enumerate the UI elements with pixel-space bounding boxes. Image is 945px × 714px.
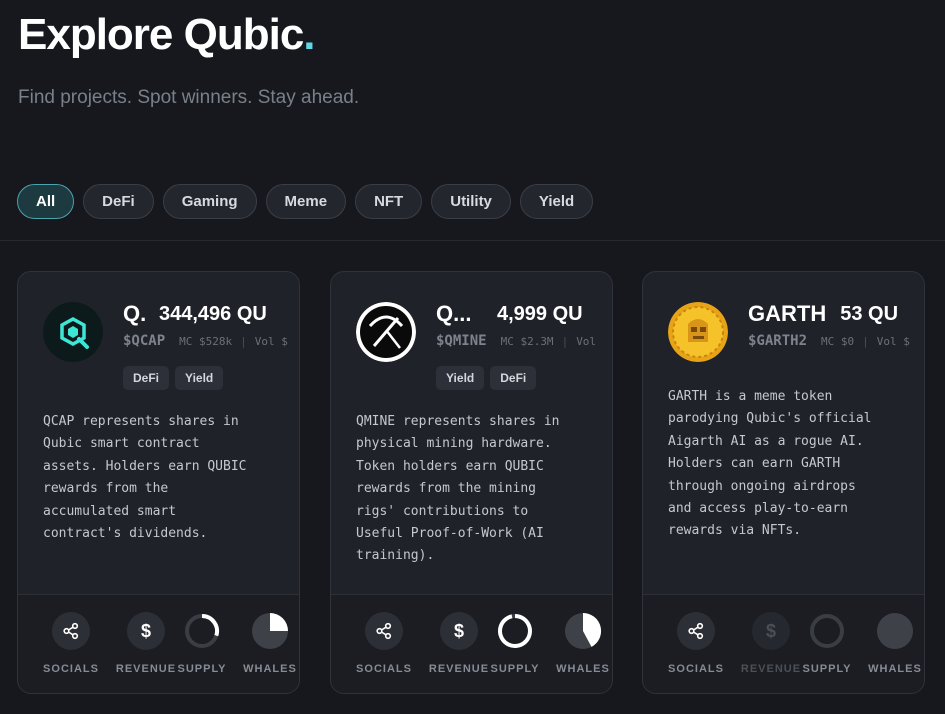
socials-metric[interactable]: SOCIALS	[36, 612, 106, 675]
supply-metric[interactable]: SUPPLY	[167, 612, 237, 675]
metric-label: SUPPLY	[490, 663, 540, 675]
metric-label: SOCIALS	[668, 663, 724, 675]
metric-label: SUPPLY	[177, 663, 227, 675]
whales-metric[interactable]: WHALES	[548, 612, 612, 675]
token-name: Q.	[123, 301, 147, 326]
qcap-logo-icon	[43, 302, 103, 362]
metric-label: SUPPLY	[802, 663, 852, 675]
card-metrics: SOCIALS $ REVENUE SUPPLY WHALES	[643, 594, 924, 693]
meta-separator: |	[862, 334, 869, 348]
category-filter-bar: All DeFi Gaming Meme NFT Utility Yield	[17, 184, 594, 219]
token-ticker: $GARTH2	[748, 333, 808, 349]
meta-separator: |	[561, 334, 569, 348]
whales-pie-icon	[876, 612, 914, 650]
project-card-qcap[interactable]: Q. 344,496 QU $QCAP MC $528k | Vol $ DeF…	[17, 271, 300, 694]
token-price: 344,496 QU	[159, 302, 267, 325]
project-card-garth[interactable]: GARTH 53 QU $GARTH2 MC $0 | Vol $ GARTH …	[642, 271, 925, 694]
project-description: QMINE represents shares in physical mini…	[356, 414, 560, 564]
volume: Vol	[576, 334, 597, 348]
whales-pie-icon	[564, 612, 602, 650]
tag-list: DeFi Yield	[123, 366, 224, 390]
tag-badge: Yield	[436, 366, 485, 390]
garth-coin-icon	[668, 302, 728, 362]
page-title: Explore Qubic.	[18, 10, 316, 60]
meta-separator: |	[240, 334, 247, 348]
volume: Vol $	[876, 334, 910, 348]
filter-chip-utility[interactable]: Utility	[431, 184, 511, 219]
title-accent-dot: .	[303, 10, 315, 59]
supply-ring-icon	[496, 612, 534, 650]
tag-badge: Yield	[175, 366, 224, 390]
token-name: Q...	[436, 301, 472, 326]
market-cap: MC $2.3M	[500, 334, 554, 348]
token-name: GARTH	[748, 301, 827, 326]
project-description: GARTH is a meme token parodying Qubic's …	[668, 389, 872, 539]
market-cap: MC $0	[821, 334, 855, 348]
filter-chip-defi[interactable]: DeFi	[83, 184, 154, 219]
dollar-icon: $	[127, 612, 165, 650]
card-metrics: SOCIALS $ REVENUE SUPPLY WHALES	[18, 594, 299, 693]
whales-metric[interactable]: WHALES	[235, 612, 299, 675]
filter-chip-meme[interactable]: Meme	[265, 184, 347, 219]
metric-label: SOCIALS	[356, 663, 412, 675]
socials-metric[interactable]: SOCIALS	[349, 612, 419, 675]
token-price: 4,999 QU	[497, 302, 583, 325]
filter-chip-all[interactable]: All	[17, 184, 75, 219]
dollar-icon: $	[440, 612, 478, 650]
section-divider	[0, 240, 945, 241]
market-cap: MC $528k	[179, 334, 233, 348]
metric-label: WHALES	[868, 663, 922, 675]
page-subtitle: Find projects. Spot winners. Stay ahead.	[18, 87, 360, 108]
tag-badge: DeFi	[123, 366, 170, 390]
share-icon	[677, 612, 715, 650]
filter-chip-yield[interactable]: Yield	[519, 184, 594, 219]
supply-ring-icon	[183, 612, 221, 650]
share-icon	[365, 612, 403, 650]
page-title-text: Explore Qubic	[18, 10, 304, 59]
supply-metric[interactable]: SUPPLY	[792, 612, 862, 675]
metric-label: WHALES	[556, 663, 610, 675]
socials-metric[interactable]: SOCIALS	[661, 612, 731, 675]
filter-chip-gaming[interactable]: Gaming	[162, 184, 257, 219]
tag-badge: DeFi	[490, 366, 537, 390]
card-metrics: SOCIALS $ REVENUE SUPPLY WHALES	[331, 594, 612, 693]
project-description: QCAP represents shares in Qubic smart co…	[43, 414, 247, 542]
volume: Vol $	[254, 334, 288, 348]
metric-label: SOCIALS	[43, 663, 99, 675]
tag-list: Yield DeFi	[436, 366, 537, 390]
whales-pie-icon	[251, 612, 289, 650]
supply-ring-icon	[808, 612, 846, 650]
token-ticker: $QMINE	[436, 333, 487, 349]
supply-metric[interactable]: SUPPLY	[480, 612, 550, 675]
share-icon	[52, 612, 90, 650]
metric-label: WHALES	[243, 663, 297, 675]
token-ticker: $QCAP	[123, 333, 166, 349]
token-price: 53 QU	[840, 302, 899, 325]
pickaxe-icon	[356, 302, 416, 362]
whales-metric[interactable]: WHALES	[860, 612, 924, 675]
filter-chip-nft[interactable]: NFT	[355, 184, 423, 219]
dollar-icon: $	[752, 612, 790, 650]
project-card-qmine[interactable]: Q... 4,999 QU $QMINE MC $2.3M | Vol Yiel…	[330, 271, 613, 694]
